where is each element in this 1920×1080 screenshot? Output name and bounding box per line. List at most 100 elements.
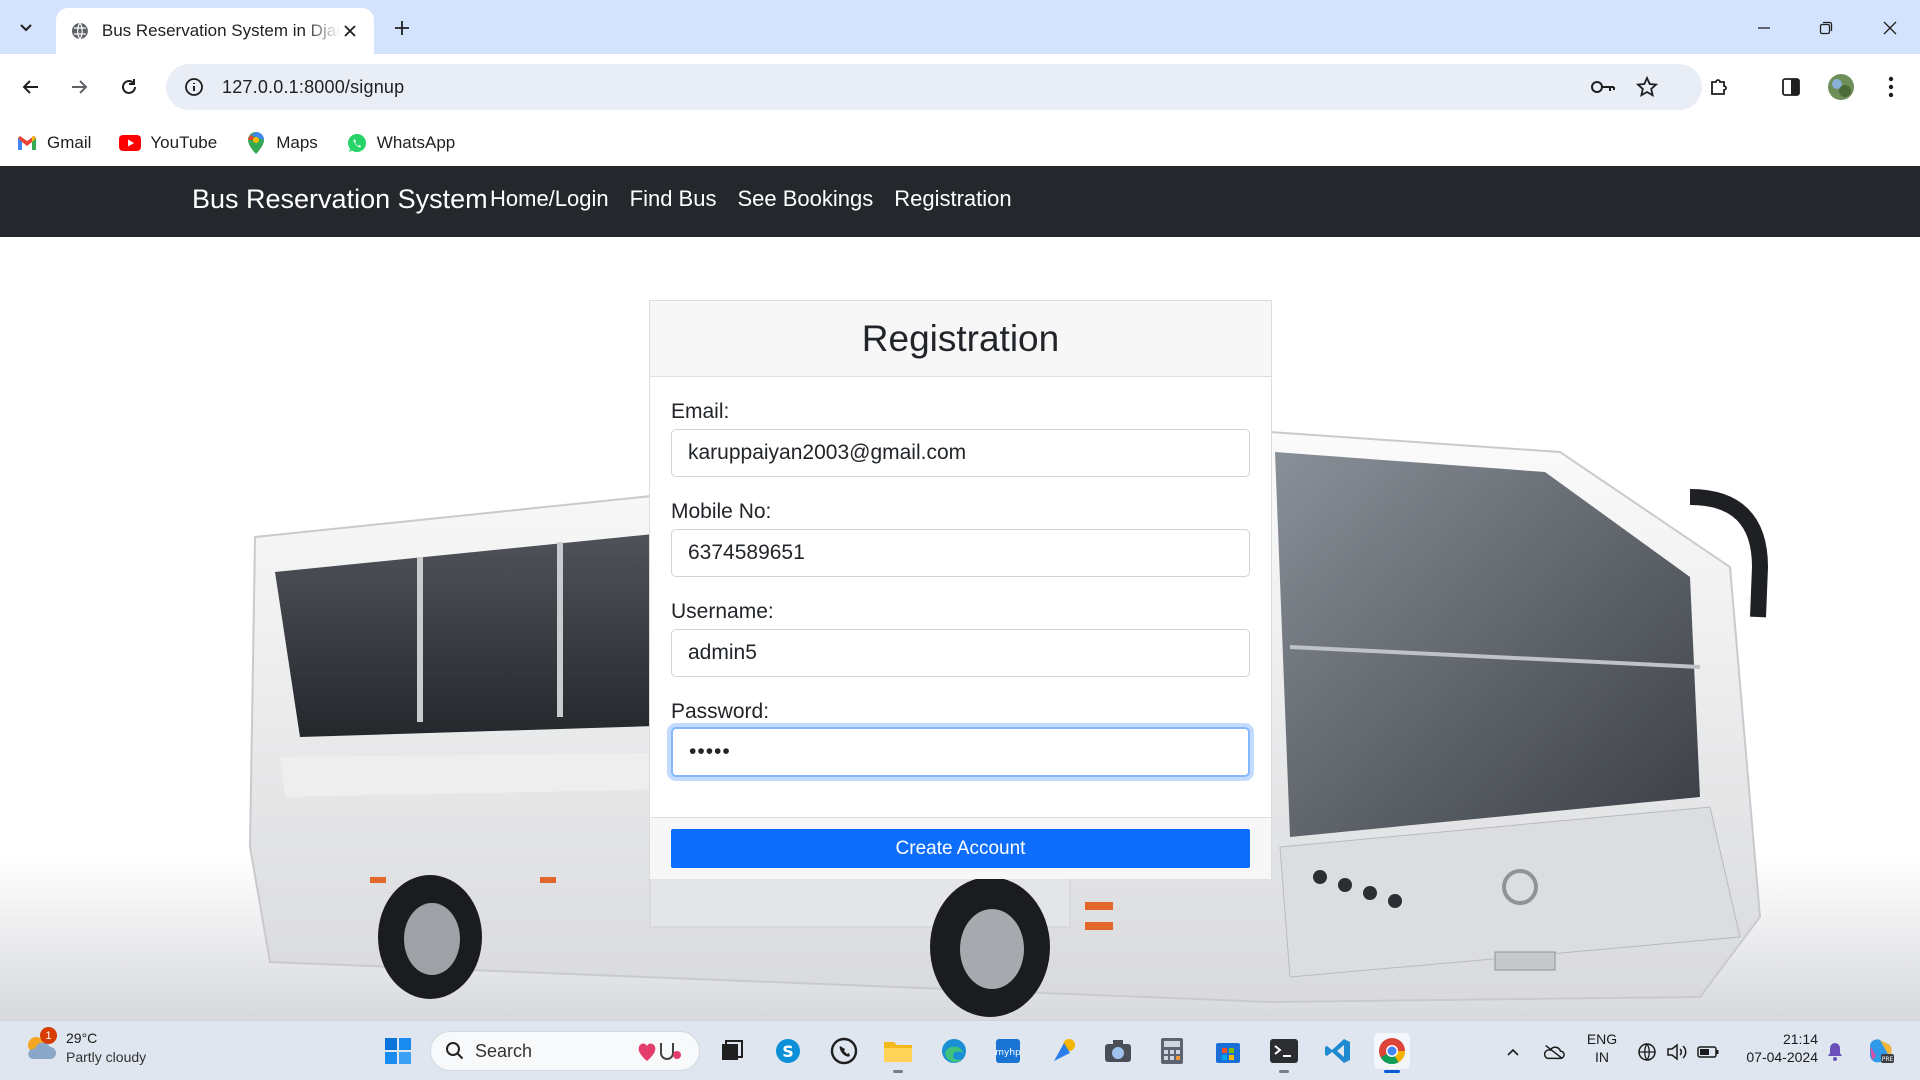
weather-app-icon xyxy=(1054,1039,1075,1061)
new-tab-button[interactable] xyxy=(388,14,416,42)
reload-button[interactable] xyxy=(112,70,146,104)
whatsapp-icon xyxy=(830,1037,858,1065)
copilot-icon[interactable]: PRE xyxy=(1866,1036,1896,1066)
extensions-button[interactable] xyxy=(1702,70,1736,104)
language-indicator[interactable]: ENG IN xyxy=(1584,1031,1620,1065)
taskbar-whatsapp[interactable] xyxy=(826,1033,862,1069)
bookmark-label: YouTube xyxy=(150,133,218,152)
bookmark-maps[interactable]: Maps xyxy=(245,132,318,154)
plus-icon xyxy=(395,21,409,35)
nav-link-see-bookings[interactable]: See Bookings xyxy=(737,186,873,212)
tab-close-button[interactable] xyxy=(340,21,360,41)
skype-icon: S xyxy=(776,1039,800,1063)
nav-link-home-login[interactable]: Home/Login xyxy=(490,186,609,212)
volume-icon[interactable] xyxy=(1666,1041,1688,1063)
close-window-button[interactable] xyxy=(1876,14,1904,42)
vscode-icon xyxy=(1325,1039,1350,1063)
username-field[interactable] xyxy=(671,629,1250,677)
whatsapp-icon xyxy=(346,132,368,154)
forward-button[interactable] xyxy=(62,70,96,104)
chrome-menu-button[interactable] xyxy=(1874,70,1908,104)
browser-toolbar: 127.0.0.1:8000/signup xyxy=(0,54,1920,120)
weather-widget[interactable]: 1 29°C Partly cloudy xyxy=(22,1027,146,1065)
password-label: Password: xyxy=(671,700,770,723)
globe-icon xyxy=(71,22,88,40)
folder-icon xyxy=(884,1042,912,1062)
site-info-icon[interactable] xyxy=(180,73,208,101)
search-highlight-icon xyxy=(638,1043,681,1061)
bookmark-whatsapp[interactable]: WhatsApp xyxy=(346,132,455,154)
taskbar-vscode[interactable] xyxy=(1320,1033,1356,1069)
registration-card: Registration Email: Mobile No: Username:… xyxy=(649,300,1272,879)
svg-text:myhp: myhp xyxy=(995,1048,1021,1058)
taskbar-camera[interactable] xyxy=(1100,1033,1136,1069)
close-icon xyxy=(344,25,356,37)
bookmark-gmail[interactable]: Gmail xyxy=(16,132,91,154)
region-code: IN xyxy=(1595,1049,1609,1065)
password-key-icon[interactable] xyxy=(1588,72,1618,102)
maps-icon xyxy=(245,132,267,154)
more-vert-icon xyxy=(1888,76,1894,98)
taskbar-store[interactable] xyxy=(1210,1033,1246,1069)
browser-tab-strip: Bus Reservation System in Django xyxy=(0,0,1920,54)
profile-avatar[interactable] xyxy=(1824,70,1858,104)
nav-link-find-bus[interactable]: Find Bus xyxy=(630,186,717,212)
card-footer: Create Account xyxy=(650,817,1271,879)
search-label: Search xyxy=(475,1040,533,1061)
reload-icon xyxy=(122,79,136,94)
calculator-icon xyxy=(1161,1038,1183,1064)
back-button[interactable] xyxy=(14,70,48,104)
taskbar-skype[interactable]: S xyxy=(770,1033,806,1069)
create-account-button[interactable]: Create Account xyxy=(671,829,1250,868)
password-field[interactable] xyxy=(671,727,1250,777)
edge-icon xyxy=(942,1039,966,1063)
taskbar-weather-app[interactable] xyxy=(1046,1033,1082,1069)
battery-icon[interactable] xyxy=(1697,1041,1719,1063)
nav-link-registration[interactable]: Registration xyxy=(894,186,1011,212)
clock[interactable]: 21:14 07-04-2024 xyxy=(1736,1031,1818,1065)
address-bar[interactable]: 127.0.0.1:8000/signup xyxy=(166,64,1702,110)
tab-title: Bus Reservation System in Django xyxy=(101,21,341,40)
partly-cloudy-icon: 1 xyxy=(22,1027,58,1065)
restore-button[interactable] xyxy=(1812,14,1840,42)
lang-code: ENG xyxy=(1586,1031,1618,1047)
side-panel-button[interactable] xyxy=(1774,70,1808,104)
arrow-right-icon xyxy=(72,80,88,94)
bookmark-star-icon[interactable] xyxy=(1632,72,1662,102)
mobile-label: Mobile No: xyxy=(671,500,772,523)
svg-text:PRE: PRE xyxy=(1882,1056,1894,1063)
bookmark-youtube[interactable]: YouTube xyxy=(119,132,217,154)
clock-date: 07-04-2024 xyxy=(1746,1049,1818,1065)
email-field[interactable] xyxy=(671,429,1250,477)
site-brand[interactable]: Bus Reservation System xyxy=(192,184,488,215)
card-header: Registration xyxy=(650,301,1271,377)
notification-bell-icon[interactable] xyxy=(1824,1041,1846,1063)
search-icon xyxy=(446,1042,464,1060)
taskbar-terminal[interactable] xyxy=(1266,1033,1302,1073)
taskbar-edge[interactable] xyxy=(936,1033,972,1069)
browser-tab[interactable]: Bus Reservation System in Django xyxy=(56,8,374,54)
camera-icon xyxy=(1105,1040,1131,1062)
onedrive-icon[interactable] xyxy=(1543,1041,1565,1063)
tab-search-button[interactable] xyxy=(10,11,42,43)
weather-temp: 29°C xyxy=(66,1029,98,1046)
network-icon[interactable] xyxy=(1636,1041,1658,1063)
taskbar-task-view[interactable] xyxy=(714,1033,750,1069)
taskbar-calculator[interactable] xyxy=(1154,1033,1190,1069)
windows-logo-icon xyxy=(385,1038,411,1064)
chevron-up-icon xyxy=(1507,1048,1519,1056)
taskbar-search[interactable]: Search xyxy=(430,1031,700,1071)
start-button[interactable] xyxy=(380,1033,416,1069)
nav-links: Home/Login Find Bus See Bookings Registr… xyxy=(490,186,1033,212)
clock-time: 21:14 xyxy=(1782,1031,1818,1047)
close-icon xyxy=(1883,21,1897,35)
taskbar-file-explorer[interactable] xyxy=(880,1033,916,1073)
mobile-field[interactable] xyxy=(671,529,1250,577)
site-navbar: Bus Reservation System Home/Login Find B… xyxy=(0,166,1920,237)
show-hidden-icons-button[interactable] xyxy=(1502,1041,1524,1063)
minimize-icon xyxy=(1758,27,1770,29)
puzzle-icon xyxy=(1711,79,1727,95)
taskbar-chrome[interactable] xyxy=(1374,1033,1410,1073)
minimize-button[interactable] xyxy=(1750,14,1778,42)
taskbar-myhp[interactable]: myhp xyxy=(990,1033,1026,1069)
